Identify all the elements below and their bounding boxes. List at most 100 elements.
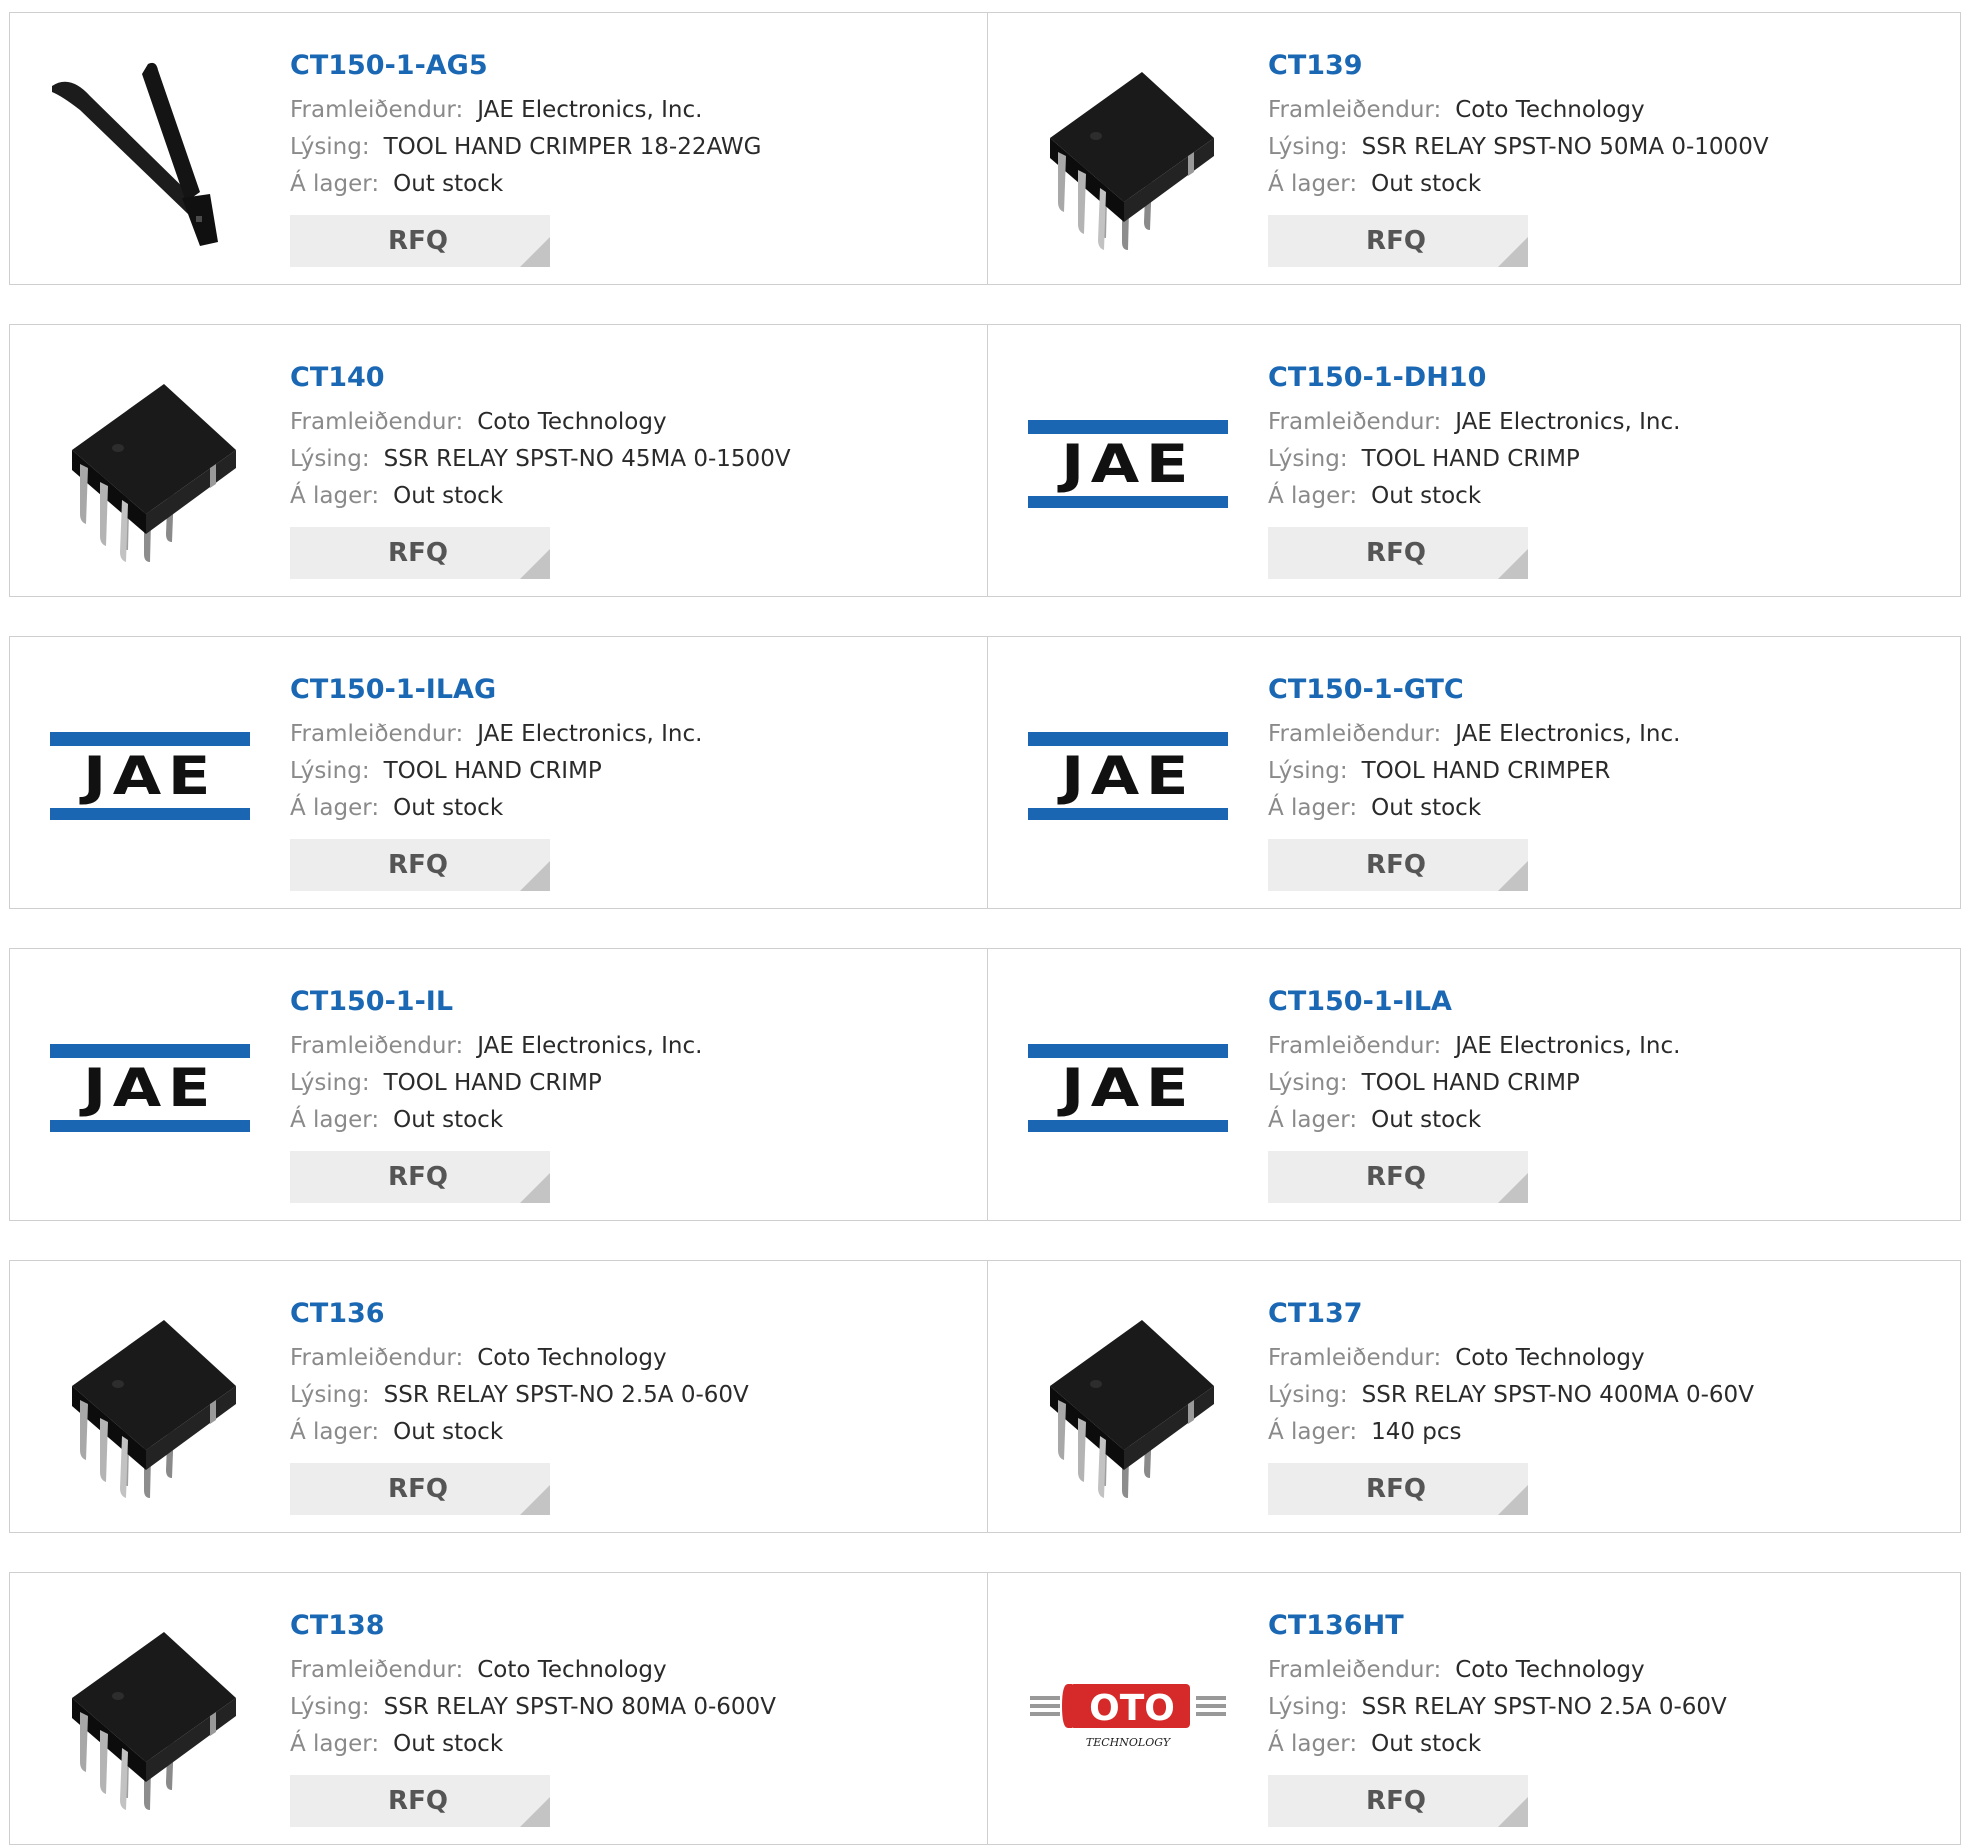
description-value: SSR RELAY SPST-NO 2.5A 0-60V — [1361, 1694, 1727, 1720]
description-label: Lýsing: — [1268, 134, 1348, 160]
description-value: SSR RELAY SPST-NO 50MA 0-1000V — [1361, 134, 1769, 160]
rfq-label: RFQ — [1366, 1786, 1426, 1816]
stock-label: Á lager: — [1268, 1419, 1358, 1445]
product-part-link[interactable]: CT139 — [1268, 49, 1908, 83]
description-label: Lýsing: — [290, 1382, 370, 1408]
rfq-corner-decoration — [520, 1485, 550, 1515]
rfq-label: RFQ — [388, 226, 448, 256]
product-info: CT150-1-ILAG Framleiðendur: JAE Electronic… — [290, 673, 930, 827]
product-image[interactable]: OTO TECHNOLOGY — [1028, 1612, 1228, 1812]
product-image[interactable]: JAE — [1028, 676, 1228, 876]
product-image[interactable] — [1028, 52, 1228, 252]
manufacturer-line: Framleiðendur: Coto Technology — [1268, 92, 1908, 129]
rfq-button[interactable]: RFQ — [290, 839, 550, 891]
description-line: Lýsing: SSR RELAY SPST-NO 400MA 0-60V — [1268, 1377, 1908, 1414]
description-line: Lýsing: SSR RELAY SPST-NO 45MA 0-1500V — [290, 441, 930, 478]
rfq-corner-decoration — [520, 237, 550, 267]
product-part-link[interactable]: CT140 — [290, 361, 930, 395]
stock-label: Á lager: — [290, 171, 380, 197]
rfq-label: RFQ — [388, 1474, 448, 1504]
product-card: CT140 Framleiðendur: Coto Technology Lýsing… — [10, 325, 987, 596]
product-image[interactable] — [50, 1612, 250, 1812]
product-image[interactable]: JAE — [1028, 988, 1228, 1188]
description-label: Lýsing: — [290, 1070, 370, 1096]
stock-line: Á lager: Out stock — [290, 166, 930, 203]
rfq-button[interactable]: RFQ — [290, 527, 550, 579]
stock-label: Á lager: — [290, 1731, 380, 1757]
product-part-link[interactable]: CT137 — [1268, 1297, 1908, 1331]
manufacturer-label: Framleiðendur: — [1268, 1345, 1442, 1371]
rfq-button[interactable]: RFQ — [290, 1151, 550, 1203]
dip-chip-image — [72, 384, 236, 562]
stock-line: Á lager: Out stock — [290, 1726, 930, 1763]
product-part-link[interactable]: CT136HT — [1268, 1609, 1908, 1643]
stock-value: Out stock — [393, 483, 504, 509]
description-line: Lýsing: TOOL HAND CRIMP — [290, 1065, 930, 1102]
stock-value: Out stock — [1371, 171, 1482, 197]
product-part-link[interactable]: CT150-1-ILAG — [290, 673, 930, 707]
product-info: CT136HT Framleiðendur: Coto Technology Lýsi… — [1268, 1609, 1908, 1763]
product-info: CT139 Framleiðendur: Coto Technology Lýsing… — [1268, 49, 1908, 203]
product-image[interactable]: JAE — [50, 676, 250, 876]
manufacturer-value: Coto Technology — [477, 1657, 667, 1683]
product-image[interactable] — [50, 1300, 250, 1500]
rfq-button[interactable]: RFQ — [290, 215, 550, 267]
product-image[interactable]: JAE — [1028, 364, 1228, 564]
description-value: TOOL HAND CRIMP — [383, 1070, 602, 1096]
manufacturer-value: JAE Electronics, Inc. — [1455, 1033, 1681, 1059]
jae-logo: JAE — [1028, 1044, 1228, 1132]
product-part-link[interactable]: CT150-1-AG5 — [290, 49, 930, 83]
stock-line: Á lager: Out stock — [290, 1414, 930, 1451]
product-info: CT150-1-AG5 Framleiðendur: JAE Electronics… — [290, 49, 930, 203]
product-part-link[interactable]: CT138 — [290, 1609, 930, 1643]
stock-label: Á lager: — [290, 483, 380, 509]
rfq-button[interactable]: RFQ — [1268, 527, 1528, 579]
product-card: CT150-1-AG5 Framleiðendur: JAE Electronics… — [10, 13, 987, 284]
rfq-button[interactable]: RFQ — [1268, 1775, 1528, 1827]
product-row: JAE CT150-1-IL Framleiðendur: JAE Electroni… — [9, 948, 1961, 1221]
description-line: Lýsing: SSR RELAY SPST-NO 80MA 0-600V — [290, 1689, 930, 1726]
svg-text:JAE: JAE — [1057, 1057, 1195, 1119]
product-info: CT150-1-GTC Framleiðendur: JAE Electronics… — [1268, 673, 1908, 827]
product-part-link[interactable]: CT150-1-DH10 — [1268, 361, 1908, 395]
manufacturer-value: JAE Electronics, Inc. — [477, 97, 703, 123]
description-line: Lýsing: SSR RELAY SPST-NO 2.5A 0-60V — [290, 1377, 930, 1414]
rfq-button[interactable]: RFQ — [1268, 1151, 1528, 1203]
product-info: CT137 Framleiðendur: Coto Technology Lýsing… — [1268, 1297, 1908, 1451]
manufacturer-label: Framleiðendur: — [1268, 1033, 1442, 1059]
rfq-label: RFQ — [1366, 1162, 1426, 1192]
stock-value: Out stock — [393, 795, 504, 821]
rfq-label: RFQ — [1366, 226, 1426, 256]
rfq-button[interactable]: RFQ — [1268, 215, 1528, 267]
stock-value: Out stock — [1371, 795, 1482, 821]
product-image[interactable] — [1028, 1300, 1228, 1500]
stock-label: Á lager: — [1268, 1107, 1358, 1133]
svg-text:JAE: JAE — [79, 745, 217, 807]
rfq-button[interactable]: RFQ — [1268, 1463, 1528, 1515]
product-grid: CT150-1-AG5 Framleiðendur: JAE Electronics… — [0, 0, 1961, 1845]
product-info: CT150-1-DH10 Framleiðendur: JAE Electronic… — [1268, 361, 1908, 515]
stock-label: Á lager: — [1268, 1731, 1358, 1757]
description-label: Lýsing: — [290, 446, 370, 472]
product-card: JAE CT150-1-GTC Framleiðendur: JAE Electron… — [987, 637, 1960, 908]
description-line: Lýsing: TOOL HAND CRIMP — [1268, 441, 1908, 478]
rfq-button[interactable]: RFQ — [1268, 839, 1528, 891]
product-info: CT150-1-IL Framleiðendur: JAE Electronics,… — [290, 985, 930, 1139]
description-label: Lýsing: — [290, 1694, 370, 1720]
product-part-link[interactable]: CT136 — [290, 1297, 930, 1331]
product-card: JAE CT150-1-DH10 Framleiðendur: JAE Electro… — [987, 325, 1960, 596]
stock-label: Á lager: — [290, 1419, 380, 1445]
product-image[interactable] — [50, 52, 250, 252]
product-image[interactable] — [50, 364, 250, 564]
rfq-button[interactable]: RFQ — [290, 1463, 550, 1515]
jae-logo: JAE — [1028, 420, 1228, 508]
product-part-link[interactable]: CT150-1-IL — [290, 985, 930, 1019]
description-line: Lýsing: TOOL HAND CRIMPER — [1268, 753, 1908, 790]
product-part-link[interactable]: CT150-1-GTC — [1268, 673, 1908, 707]
rfq-button[interactable]: RFQ — [290, 1775, 550, 1827]
description-value: TOOL HAND CRIMPER — [1361, 758, 1611, 784]
product-image[interactable]: JAE — [50, 988, 250, 1188]
svg-text:JAE: JAE — [1057, 745, 1195, 807]
product-part-link[interactable]: CT150-1-ILA — [1268, 985, 1908, 1019]
rfq-corner-decoration — [1498, 1173, 1528, 1203]
